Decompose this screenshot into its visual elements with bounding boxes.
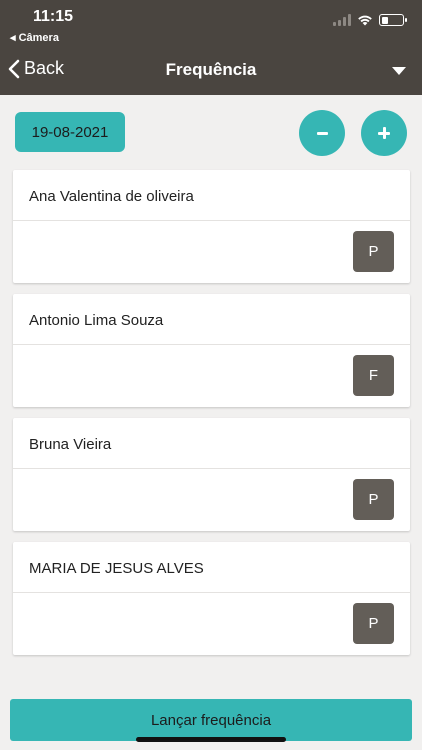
- student-card: Bruna Vieira P: [13, 418, 410, 531]
- date-picker-button[interactable]: 19-08-2021: [15, 112, 125, 152]
- student-card: Ana Valentina de oliveira P: [13, 170, 410, 283]
- attendance-status-button[interactable]: P: [353, 603, 394, 644]
- attendance-status-button[interactable]: F: [353, 355, 394, 396]
- home-indicator[interactable]: [136, 737, 286, 742]
- top-bar: 11:15 ◂ Câmera Back Frequência: [0, 0, 422, 95]
- previous-date-button[interactable]: [299, 110, 345, 156]
- student-name: Antonio Lima Souza: [13, 294, 410, 345]
- student-list: Ana Valentina de oliveira P Antonio Lima…: [13, 170, 410, 666]
- dropdown-triangle-icon[interactable]: [392, 67, 406, 75]
- student-card: Antonio Lima Souza F: [13, 294, 410, 407]
- status-icons: [333, 14, 407, 26]
- plus-icon: [378, 127, 390, 139]
- battery-icon: [379, 14, 407, 26]
- student-name: Ana Valentina de oliveira: [13, 170, 410, 221]
- student-card: MARIA DE JESUS ALVES P: [13, 542, 410, 655]
- status-back-to-app[interactable]: ◂ Câmera: [10, 31, 59, 44]
- student-name: MARIA DE JESUS ALVES: [13, 542, 410, 593]
- student-name: Bruna Vieira: [13, 418, 410, 469]
- minus-icon: [316, 131, 328, 135]
- attendance-status-button[interactable]: P: [353, 231, 394, 272]
- wifi-icon: [358, 15, 372, 26]
- signal-icon: [333, 14, 351, 26]
- status-time: 11:15: [33, 8, 74, 25]
- attendance-status-button[interactable]: P: [353, 479, 394, 520]
- next-date-button[interactable]: [361, 110, 407, 156]
- submit-attendance-button[interactable]: Lançar frequência: [10, 699, 412, 741]
- page-title: Frequência: [165, 60, 257, 79]
